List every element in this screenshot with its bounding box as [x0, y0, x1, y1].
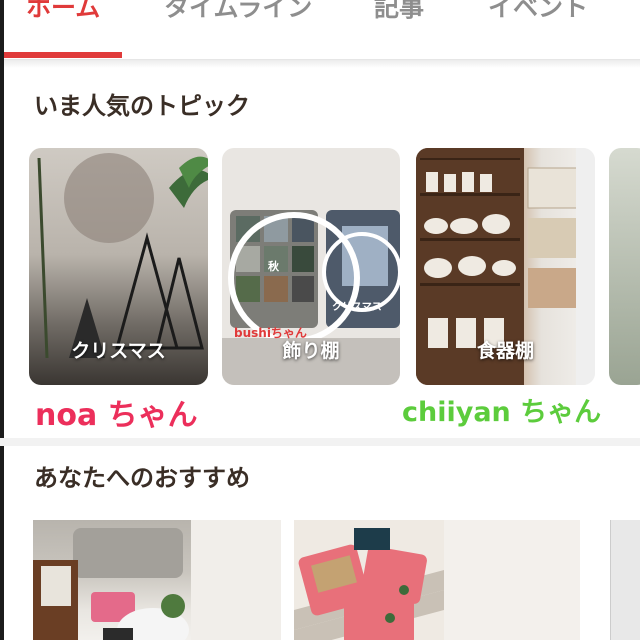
tab-events[interactable]: イベント	[488, 0, 588, 24]
recommend-title: あなたへのおすすめ	[34, 464, 250, 492]
popular-topics-title: いま人気のトピック	[34, 92, 250, 120]
sofa-photo	[33, 528, 189, 640]
recommend-card-1-photo[interactable]	[33, 520, 191, 640]
section-divider	[0, 438, 640, 446]
recommend-card-3-partial[interactable]	[610, 520, 640, 640]
tab-articles[interactable]: 記事	[374, 0, 424, 24]
topic-card-label: クリスマス	[71, 340, 166, 362]
gift-wrap-photo	[294, 520, 444, 640]
topic-card-decoration-shelf[interactable]: 秋 クリスマス bushiちゃん 飾り棚	[222, 148, 400, 385]
inner-label-autumn: 秋	[268, 260, 279, 273]
tab-home[interactable]: ホーム	[26, 0, 100, 24]
recommend-card-2-side[interactable]	[444, 520, 580, 640]
active-tab-indicator	[4, 52, 122, 58]
screen-edge	[0, 0, 4, 640]
topic-card-next-partial[interactable]	[609, 148, 640, 385]
topic-card-label: 食器棚	[476, 340, 534, 362]
annotation-name-noa: noa ちゃん	[35, 398, 198, 433]
top-tab-bar: ホーム タイムライン 記事 イベント	[4, 0, 640, 60]
inner-label-christmas: クリスマス	[332, 302, 382, 313]
recommend-card-2-photo[interactable]	[294, 520, 444, 640]
topic-card-label: 飾り棚	[282, 340, 340, 362]
annotation-name-chiiyan: chiiyan ちゃん	[402, 397, 602, 428]
topic-card-cupboard[interactable]: 食器棚	[416, 148, 595, 385]
tab-timeline[interactable]: タイムライン	[164, 0, 312, 24]
topic-card-christmas[interactable]: クリスマス	[29, 148, 208, 385]
recommend-card-1-side[interactable]	[191, 520, 281, 640]
tab-bar-shadow	[4, 60, 640, 68]
